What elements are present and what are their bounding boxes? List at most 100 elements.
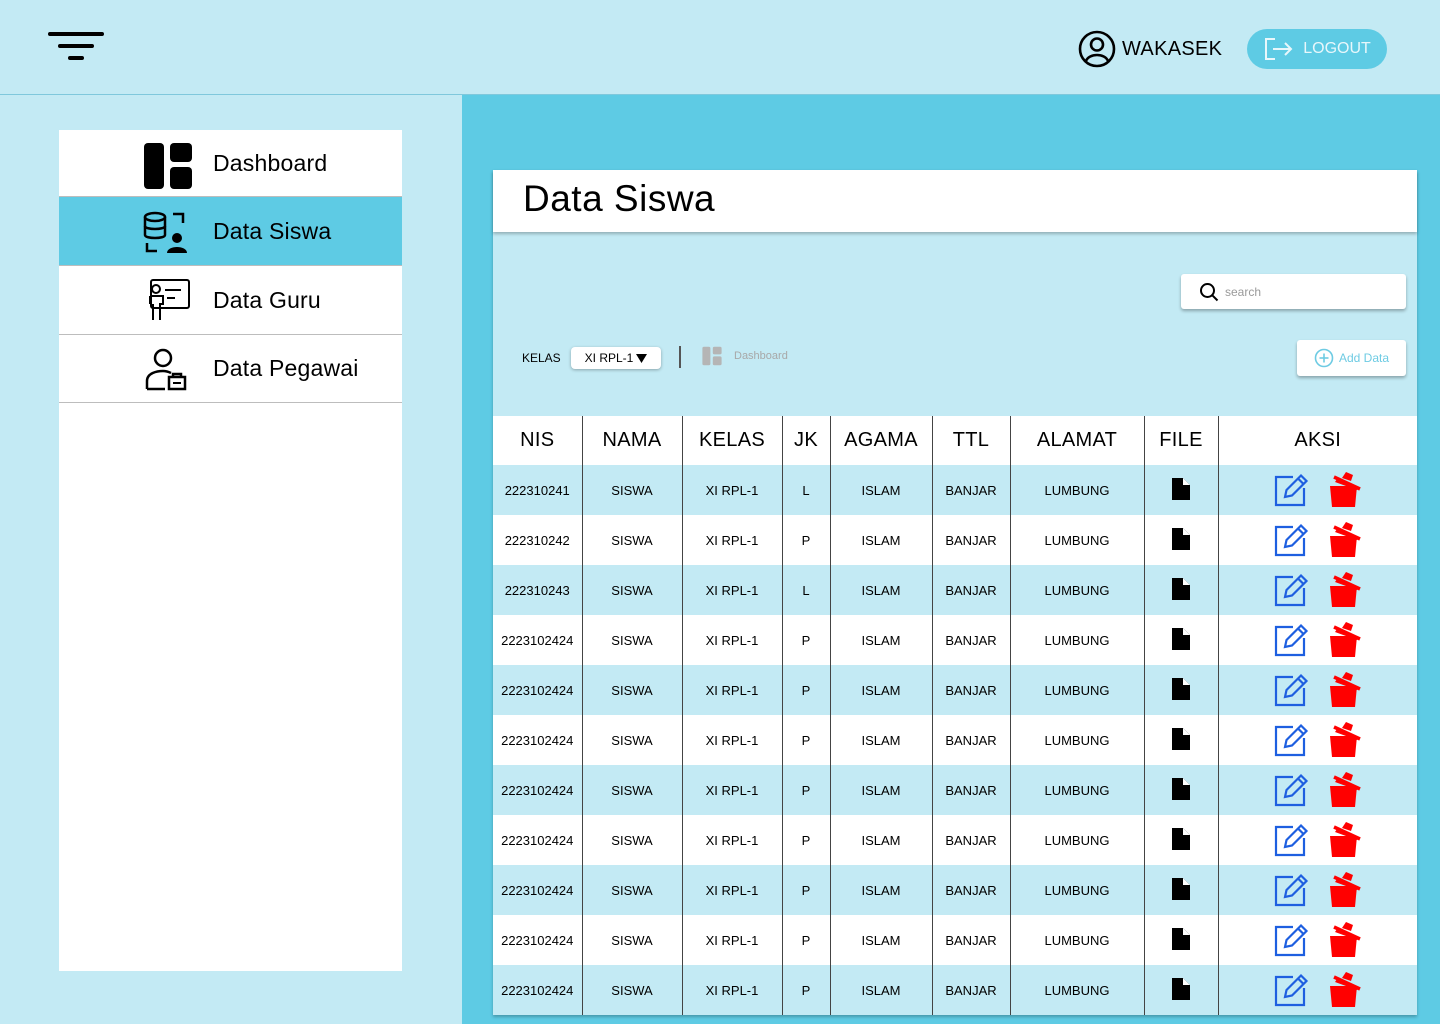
row-actions [1219, 822, 1418, 858]
plus-circle-icon [1314, 348, 1334, 368]
alamat-cell: LUMBUNG [1009, 915, 1144, 965]
edit-button[interactable] [1273, 772, 1309, 808]
ttl-cell: BANJAR [931, 565, 1010, 615]
file-icon [1172, 827, 1190, 850]
sidebar-item-dashboard[interactable]: Dashboard [59, 130, 402, 197]
delete-button[interactable] [1327, 622, 1363, 658]
row-actions [1219, 722, 1418, 758]
jk-cell: P [781, 515, 830, 565]
breadcrumb[interactable]: Dashboard [702, 346, 788, 366]
edit-button[interactable] [1273, 472, 1309, 508]
dashboard-icon [702, 346, 722, 366]
delete-button[interactable] [1327, 972, 1363, 1008]
column-header[interactable]: JK [781, 416, 830, 465]
row-actions [1219, 522, 1418, 558]
delete-button[interactable] [1327, 822, 1363, 858]
agama-cell: ISLAM [829, 915, 932, 965]
ttl-cell: BANJAR [931, 465, 1010, 515]
nis-cell: 2223102424 [493, 615, 582, 665]
sidebar-item-label: Dashboard [213, 149, 328, 176]
search-input[interactable] [1225, 284, 1395, 299]
edit-button[interactable] [1273, 572, 1309, 608]
file-cell [1143, 515, 1218, 565]
table-row: 2223102424 SISWA XI RPL-1 P ISLAM BANJAR LUMBU… [493, 815, 1417, 865]
column-header[interactable]: NIS [493, 416, 582, 465]
column-header[interactable]: KELAS [681, 416, 782, 465]
edit-button[interactable] [1273, 822, 1309, 858]
file-button[interactable] [1172, 927, 1190, 950]
edit-button[interactable] [1273, 972, 1309, 1008]
file-button[interactable] [1172, 577, 1190, 600]
nama-cell: SISWA [581, 865, 682, 915]
edit-button[interactable] [1273, 672, 1309, 708]
delete-button[interactable] [1327, 522, 1363, 558]
edit-button[interactable] [1273, 872, 1309, 908]
file-button[interactable] [1172, 977, 1190, 1000]
delete-button[interactable] [1327, 672, 1363, 708]
delete-button[interactable] [1327, 772, 1363, 808]
agama-cell: ISLAM [829, 765, 932, 815]
column-header[interactable]: TTL [931, 416, 1010, 465]
column-header[interactable]: AKSI [1217, 416, 1417, 465]
column-header[interactable]: FILE [1143, 416, 1218, 465]
logout-button[interactable]: LOGOUT [1247, 29, 1387, 69]
aksi-cell [1217, 565, 1417, 615]
nis-cell: 222310243 [493, 565, 582, 615]
file-button[interactable] [1172, 727, 1190, 750]
file-button[interactable] [1172, 627, 1190, 650]
file-button[interactable] [1172, 477, 1190, 500]
column-header[interactable]: AGAMA [829, 416, 932, 465]
teacher-board-icon [149, 279, 190, 320]
agama-cell: ISLAM [829, 715, 932, 765]
nis-cell: 222310242 [493, 515, 582, 565]
delete-button[interactable] [1327, 872, 1363, 908]
edit-button[interactable] [1273, 722, 1309, 758]
nama-cell: SISWA [581, 565, 682, 615]
file-cell [1143, 565, 1218, 615]
file-icon [1172, 977, 1190, 1000]
add-data-label: Add Data [1338, 351, 1390, 365]
file-cell [1143, 815, 1218, 865]
file-button[interactable] [1172, 527, 1190, 550]
kelas-select[interactable]: XI RPL-1 [571, 347, 661, 369]
jk-cell: P [781, 765, 830, 815]
column-header[interactable]: ALAMAT [1009, 416, 1144, 465]
filter-lines-icon[interactable] [48, 30, 104, 64]
file-button[interactable] [1172, 827, 1190, 850]
file-icon [1172, 477, 1190, 500]
kelas-cell: XI RPL-1 [681, 665, 782, 715]
file-button[interactable] [1172, 877, 1190, 900]
file-icon [1172, 927, 1190, 950]
add-data-button[interactable]: Add Data [1297, 340, 1406, 376]
page-title: Data Siswa [523, 178, 716, 219]
file-icon [1172, 877, 1190, 900]
search-box[interactable] [1181, 274, 1406, 309]
caret-down-icon [636, 353, 648, 363]
nis-cell: 2223102424 [493, 815, 582, 865]
sidebar-item-data-guru[interactable]: Data Guru [59, 266, 402, 335]
user-profile[interactable]: WAKASEK [1078, 30, 1222, 68]
edit-icon [1274, 923, 1308, 957]
alamat-cell: LUMBUNG [1009, 765, 1144, 815]
delete-button[interactable] [1327, 572, 1363, 608]
delete-button[interactable] [1327, 922, 1363, 958]
file-icon [1172, 777, 1190, 800]
nis-cell: 2223102424 [493, 965, 582, 1015]
delete-button[interactable] [1327, 722, 1363, 758]
sidebar-item-data-siswa[interactable]: Data Siswa [59, 197, 402, 266]
edit-button[interactable] [1273, 622, 1309, 658]
kelas-label: KELAS [522, 351, 561, 365]
delete-button[interactable] [1327, 472, 1363, 508]
file-button[interactable] [1172, 777, 1190, 800]
employee-icon [145, 348, 187, 391]
agama-cell: ISLAM [829, 865, 932, 915]
column-header[interactable]: NAMA [581, 416, 682, 465]
edit-button[interactable] [1273, 922, 1309, 958]
alamat-cell: LUMBUNG [1009, 715, 1144, 765]
kelas-cell: XI RPL-1 [681, 715, 782, 765]
edit-button[interactable] [1273, 522, 1309, 558]
agama-cell: ISLAM [829, 465, 932, 515]
file-icon [1172, 527, 1190, 550]
sidebar-item-data-pegawai[interactable]: Data Pegawai [59, 335, 402, 403]
file-button[interactable] [1172, 677, 1190, 700]
